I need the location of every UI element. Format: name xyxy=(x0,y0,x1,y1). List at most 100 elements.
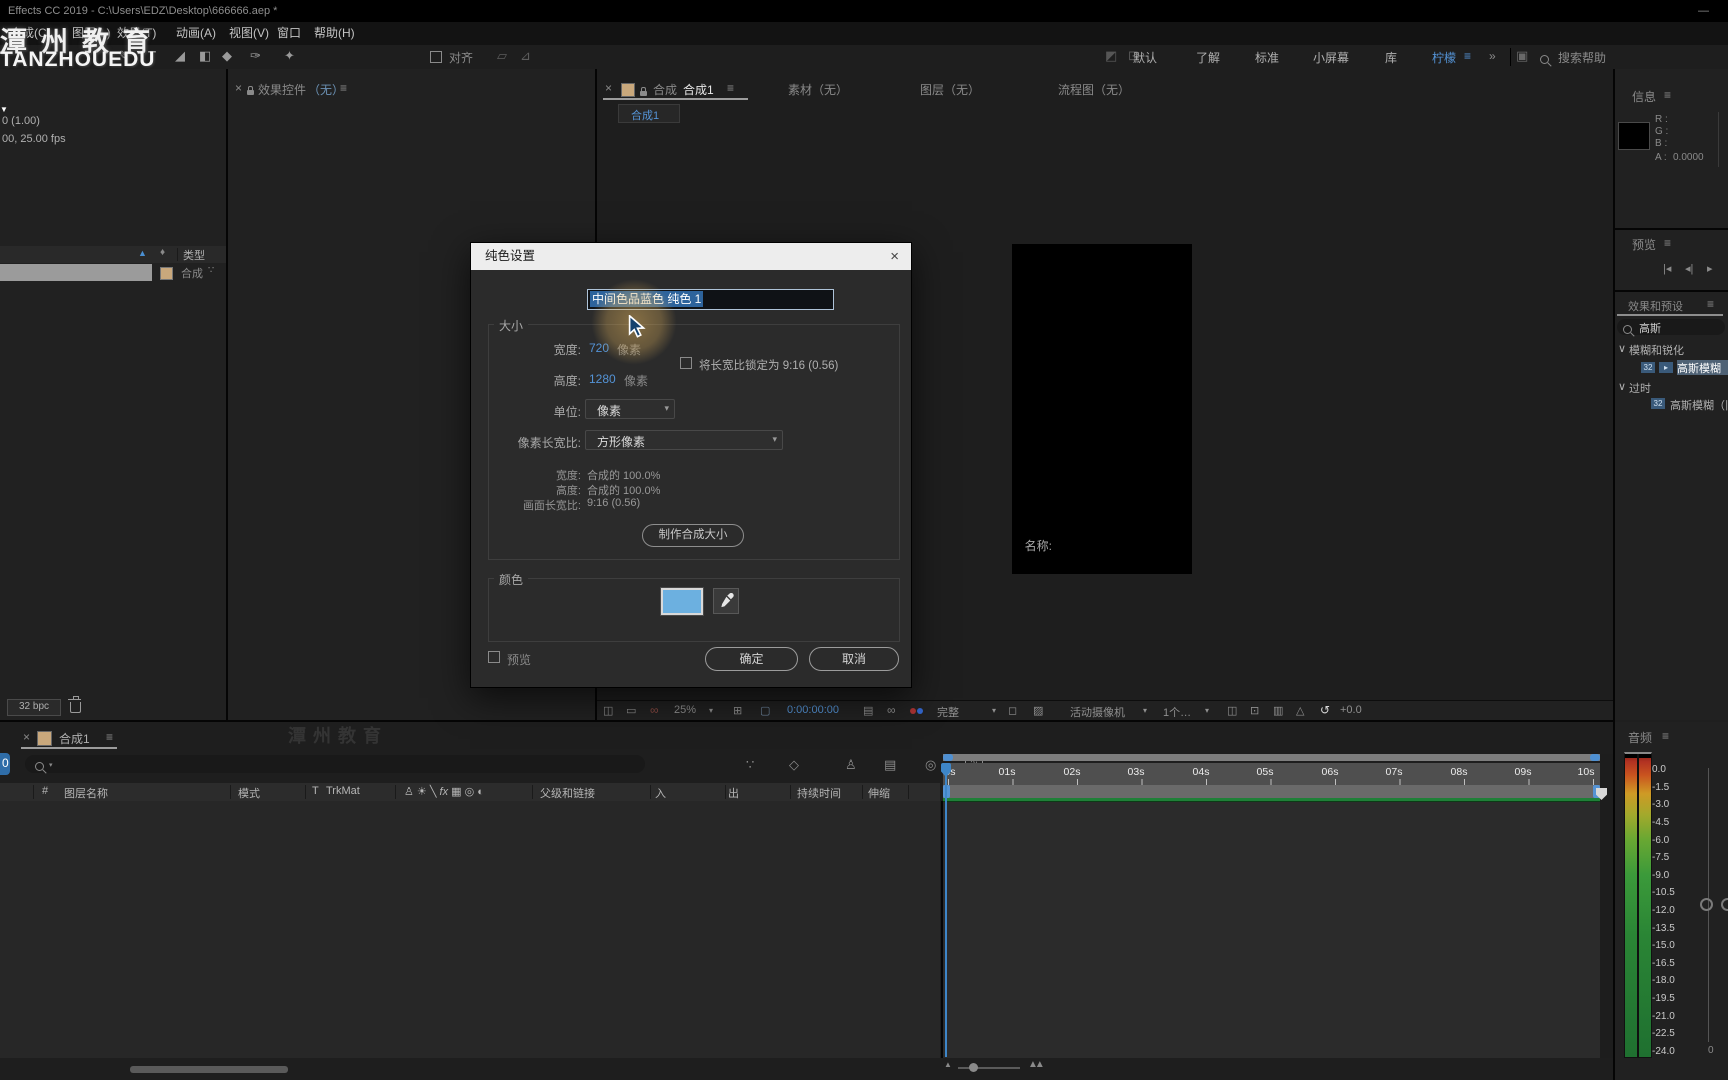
comp-mini-flowchart-icon[interactable]: ∵ xyxy=(746,757,754,773)
zoom-in-mountain-icon[interactable]: ▲▲ xyxy=(1028,1059,1045,1070)
comp-tab-name[interactable]: 合成1 xyxy=(683,81,714,98)
resolution-dropdown[interactable]: 完整 xyxy=(937,704,959,720)
workspace-tab-small-screen[interactable]: 小屏幕 xyxy=(1313,49,1349,66)
panel-menu-icon[interactable]: ≡ xyxy=(340,81,347,95)
panel-menu-icon[interactable]: ≡ xyxy=(1664,236,1671,250)
region-of-interest-icon[interactable]: ◻ xyxy=(1008,704,1017,717)
hscroll-cap-right[interactable] xyxy=(1590,754,1600,761)
workspace-tab-standard[interactable]: 标准 xyxy=(1255,49,1279,66)
panel-menu-icon[interactable]: ≡ xyxy=(1664,88,1671,102)
category-obsolete[interactable]: 过时 xyxy=(1629,380,1651,396)
trash-icon[interactable] xyxy=(68,696,81,716)
col-parent-link[interactable]: 父级和链接 xyxy=(540,785,595,801)
col-layer-name[interactable]: 图层名称 xyxy=(64,785,108,801)
pixel-aspect-icon[interactable]: ◫ xyxy=(1227,704,1237,717)
timeline-button-icon[interactable]: ▥ xyxy=(1273,704,1283,717)
chevron-down-icon[interactable]: ▾ xyxy=(992,706,996,715)
close-tab-icon[interactable]: × xyxy=(235,81,242,95)
col-out[interactable]: 出 xyxy=(728,785,739,801)
effects-presets-title[interactable]: 效果和预设 xyxy=(1628,298,1683,314)
item-color-swatch[interactable] xyxy=(160,267,173,280)
track-area[interactable] xyxy=(943,801,1600,1058)
viewer-tab-box[interactable]: 合成1 xyxy=(618,104,680,123)
col-in[interactable]: 入 xyxy=(655,785,666,801)
footage-tab[interactable]: 素材（无） xyxy=(788,81,848,98)
workspace-icon-b[interactable]: ⊿ xyxy=(520,48,531,64)
effect-item-gaussian[interactable]: 高斯模糊 xyxy=(1677,360,1728,375)
col-mode[interactable]: 模式 xyxy=(238,785,260,801)
snapshot-camera-icon[interactable]: ▤ xyxy=(863,704,873,717)
effects-search-field[interactable]: 高斯 xyxy=(1617,319,1725,335)
zoom-out-mountain-icon[interactable]: ▲ xyxy=(944,1060,952,1069)
chevron-down-icon[interactable]: ▾ xyxy=(1143,706,1147,715)
effect-row-gaussian[interactable]: 32 ▸ 高斯模糊 xyxy=(1615,360,1728,376)
help-search-input[interactable]: 搜索帮助 xyxy=(1558,49,1606,66)
close-tab-icon[interactable]: × xyxy=(23,730,30,744)
goggles-icon[interactable]: ∞ xyxy=(650,703,659,717)
puppet-pin-tool-icon[interactable]: ✦ xyxy=(284,48,295,64)
audio-slider-handle[interactable] xyxy=(1700,898,1713,911)
hscroll-cap-left[interactable] xyxy=(943,754,953,761)
draft-3d-icon[interactable]: ◇ xyxy=(789,757,799,773)
first-frame-icon[interactable]: |◂ xyxy=(1663,262,1671,275)
align-checkbox[interactable] xyxy=(430,51,442,66)
eyedropper-button[interactable] xyxy=(713,588,739,614)
type-column-header[interactable]: 类型 xyxy=(183,247,205,263)
effect-item-gaussian-legacy[interactable]: 高斯模糊（旧 xyxy=(1670,397,1728,413)
col-t[interactable]: T xyxy=(312,785,319,797)
audio-slider-handle-2[interactable] xyxy=(1721,898,1728,911)
workspace-tab-library[interactable]: 库 xyxy=(1385,49,1397,66)
grid-guides-icon[interactable]: ⊞ xyxy=(733,704,742,717)
panel-menu-icon[interactable]: ≡ xyxy=(727,81,734,95)
close-tab-icon[interactable]: × xyxy=(605,81,612,95)
twirl-down-icon[interactable]: ∨ xyxy=(1618,380,1626,393)
timeline-hscroll-strip[interactable] xyxy=(943,754,1600,761)
effect-controls-tab[interactable]: 效果控件 xyxy=(258,81,306,98)
magnification-dropdown[interactable]: 25% xyxy=(674,704,696,716)
timeline-zoom-handle[interactable] xyxy=(969,1063,978,1072)
ok-button[interactable]: 确定 xyxy=(705,647,798,671)
cancel-button[interactable]: 取消 xyxy=(809,647,899,671)
work-area-bar[interactable] xyxy=(943,785,1600,798)
reset-exposure-icon[interactable]: ↺ xyxy=(1320,703,1330,717)
motion-blur-icon[interactable]: ◎ xyxy=(925,757,936,773)
col-hash[interactable]: # xyxy=(42,785,48,797)
col-duration[interactable]: 持续时间 xyxy=(797,785,841,801)
panel-menu-icon[interactable]: ≡ xyxy=(1662,729,1669,743)
prev-frame-icon[interactable]: ◂| xyxy=(1685,262,1693,275)
solid-color-swatch[interactable] xyxy=(660,587,704,616)
workspace-tab-lemon-active[interactable]: 柠檬 xyxy=(1432,49,1456,66)
fast-preview-icon[interactable]: ⊡ xyxy=(1250,704,1259,717)
flowchart-view-icon[interactable]: ◫ xyxy=(603,704,613,717)
transparency-grid-icon[interactable]: ▨ xyxy=(1033,704,1043,717)
view-layout-dropdown[interactable]: 1个… xyxy=(1163,704,1191,720)
category-blur-sharpen[interactable]: 模糊和锐化 xyxy=(1629,342,1684,358)
info-panel-title[interactable]: 信息 xyxy=(1632,88,1656,105)
lock-icon[interactable] xyxy=(247,85,254,99)
bpc-button[interactable]: 32 bpc xyxy=(7,699,61,716)
flowchart-tab[interactable]: 流程图（无） xyxy=(1058,81,1130,98)
pixel-aspect-dropdown[interactable]: 方形像素 ▾ xyxy=(585,430,783,450)
layer-tab[interactable]: 图层（无） xyxy=(920,81,980,98)
project-item-row[interactable]: 合成 ∵ xyxy=(0,264,226,281)
label-color-icon[interactable]: ♦ xyxy=(160,247,165,258)
preview-checkbox[interactable] xyxy=(488,651,500,666)
menu-window[interactable]: 窗口 xyxy=(277,22,301,45)
play-icon[interactable]: ▸ xyxy=(1707,262,1713,275)
people-icon[interactable]: ◩ xyxy=(1105,48,1117,64)
frame-blending-icon[interactable]: ▤ xyxy=(884,757,896,773)
make-comp-size-button[interactable]: 制作合成大小 xyxy=(642,524,744,547)
selected-item-bar[interactable] xyxy=(0,264,152,281)
sort-arrow-icon[interactable]: ▲ xyxy=(138,248,147,258)
playhead-line[interactable] xyxy=(945,763,947,1057)
audio-panel-title[interactable]: 音频 xyxy=(1628,729,1652,746)
comp-tab-label[interactable]: 合成 xyxy=(653,81,677,98)
chevron-down-icon[interactable]: ▾ xyxy=(709,706,713,715)
composition-viewport[interactable] xyxy=(1012,244,1192,574)
menu-help[interactable]: 帮助(H) xyxy=(314,22,355,45)
effect-row-gaussian-legacy[interactable]: 32 高斯模糊（旧 xyxy=(1615,396,1728,412)
timeline-search-field[interactable]: ▾ xyxy=(25,755,645,773)
lock-aspect-checkbox[interactable] xyxy=(680,357,692,372)
layer-hscrollbar[interactable] xyxy=(130,1066,288,1073)
chevron-down-icon[interactable]: ▾ xyxy=(1205,706,1209,715)
